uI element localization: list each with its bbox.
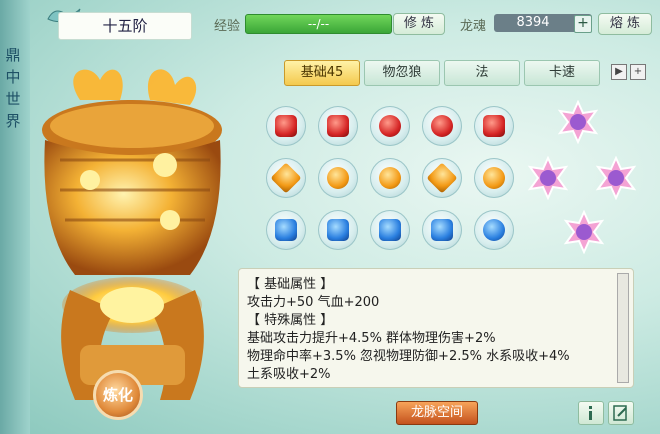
gem-red[interactable]: [422, 106, 462, 146]
gem-red[interactable]: [266, 106, 306, 146]
tab-add-plus-icon[interactable]: +: [630, 64, 646, 80]
soul-value: 8394: [516, 15, 550, 30]
orange-gem-icon: [327, 167, 349, 189]
gem-blue[interactable]: [266, 210, 306, 250]
gem-blue[interactable]: [370, 210, 410, 250]
tab-basic[interactable]: 基础45: [284, 60, 360, 86]
gem-orange[interactable]: [370, 158, 410, 198]
dragon-space-button[interactable]: 龙脉空间: [396, 401, 478, 425]
tab-speed[interactable]: 卡速: [524, 60, 600, 86]
orange-gem-icon: [426, 162, 458, 194]
gem-orange[interactable]: [422, 158, 462, 198]
info-icon[interactable]: [578, 401, 604, 425]
gem-red[interactable]: [370, 106, 410, 146]
gem-red[interactable]: [474, 106, 514, 146]
special-attr-line: 物理命中率+3.5% 忽视物理防御+2.5% 水系吸收+4%: [247, 349, 570, 364]
blue-gem-icon: [379, 219, 401, 241]
smelt-button[interactable]: 熔 炼: [598, 13, 652, 35]
red-gem-icon: [431, 115, 453, 137]
special-attr-line: 基础攻击力提升+4.5% 群体物理伤害+2%: [247, 331, 496, 346]
gem-orange[interactable]: [474, 158, 514, 198]
add-soul-plus-icon[interactable]: +: [574, 15, 592, 33]
level-display: 十五阶: [58, 12, 192, 40]
exp-bar: --/--: [245, 14, 392, 34]
special-attr-line: 土系吸收+2%: [247, 367, 331, 382]
blue-gem-icon: [483, 219, 505, 241]
rainbow-star-gem-icon[interactable]: [526, 156, 570, 200]
gem-blue[interactable]: [474, 210, 514, 250]
orange-gem-icon: [379, 167, 401, 189]
special-attr-header: 【 特殊属性 】: [247, 313, 334, 328]
blue-gem-icon: [431, 219, 453, 241]
orange-gem-icon: [270, 162, 302, 194]
soul-label: 龙魂: [460, 19, 487, 34]
tab-magic[interactable]: 法: [444, 60, 520, 86]
basic-attr-line: 攻击力+50 气血+200: [247, 295, 380, 310]
gem-orange[interactable]: [318, 158, 358, 198]
rainbow-star-gem-icon[interactable]: [594, 156, 638, 200]
cultivate-button[interactable]: 修 炼: [393, 13, 445, 35]
edit-pencil-icon: [613, 405, 627, 421]
blue-gem-icon: [275, 219, 297, 241]
red-gem-icon: [379, 115, 401, 137]
info-stem: [589, 411, 592, 420]
gem-blue[interactable]: [422, 210, 462, 250]
edit-icon[interactable]: [608, 401, 634, 425]
red-gem-icon: [327, 115, 349, 137]
info-dot: [589, 406, 592, 409]
exp-label: 经验: [214, 19, 241, 34]
red-gem-icon: [275, 115, 297, 137]
basic-attr-header: 【 基础属性 】: [247, 277, 334, 292]
rainbow-star-gem-icon[interactable]: [562, 210, 606, 254]
refine-button[interactable]: 炼化: [93, 370, 143, 420]
red-gem-icon: [483, 115, 505, 137]
attribute-scrollbar[interactable]: [617, 273, 629, 383]
attribute-panel: 【 基础属性 】 攻击力+50 气血+200 【 特殊属性 】 基础攻击力提升+…: [238, 268, 634, 388]
blue-gem-icon: [327, 219, 349, 241]
tab-next-arrow-right-icon[interactable]: ▶: [611, 64, 627, 80]
tripod-cauldron-illustration: [42, 69, 222, 400]
orange-gem-icon: [483, 167, 505, 189]
rainbow-star-gem-icon[interactable]: [556, 100, 600, 144]
tab-physical[interactable]: 物忽狼: [364, 60, 440, 86]
gem-blue[interactable]: [318, 210, 358, 250]
gem-red[interactable]: [318, 106, 358, 146]
gem-orange[interactable]: [266, 158, 306, 198]
